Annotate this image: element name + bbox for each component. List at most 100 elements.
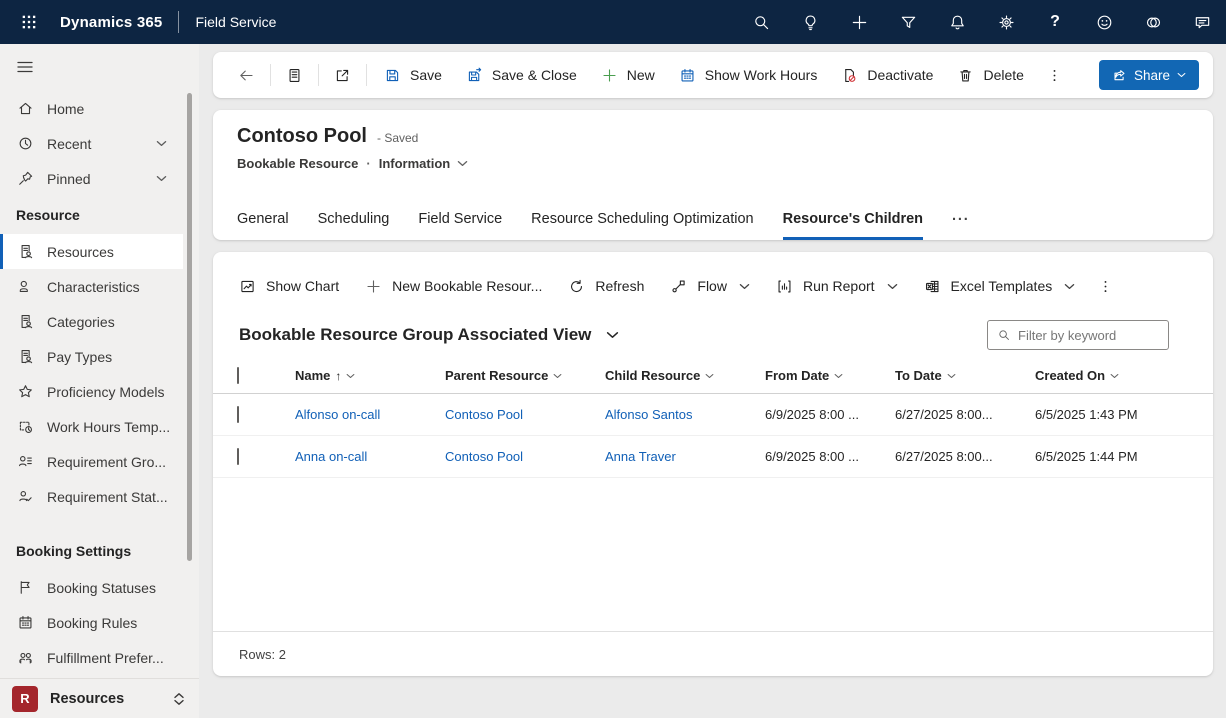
sidebar-item-fulfillment-preferences[interactable]: Fulfillment Prefer...	[0, 640, 183, 675]
child-resource-link[interactable]: Alfonso Santos	[605, 407, 765, 422]
parent-resource-link[interactable]: Contoso Pool	[445, 449, 605, 464]
name-link[interactable]: Anna on-call	[295, 449, 445, 464]
share-label: Share	[1133, 67, 1170, 83]
column-header-from-date[interactable]: From Date	[765, 368, 895, 383]
page-title: Contoso Pool	[237, 125, 367, 147]
sidebar-item-pay-types[interactable]: Pay Types	[0, 339, 183, 374]
search-icon[interactable]	[751, 12, 771, 32]
flow-button[interactable]: Flow	[658, 269, 762, 303]
child-resource-link[interactable]: Anna Traver	[605, 449, 765, 464]
app-brand[interactable]: Dynamics 365	[60, 14, 162, 31]
sidebar-item-pinned[interactable]: Pinned	[0, 161, 183, 196]
site-map-sidebar: Home Recent Pinned Resource Resources Ch…	[0, 44, 199, 718]
tabs-overflow-button[interactable]: ···	[952, 212, 970, 240]
show-chart-button[interactable]: Show Chart	[227, 269, 351, 303]
chat-icon[interactable]	[1192, 12, 1212, 32]
delete-button[interactable]: Delete	[946, 59, 1034, 91]
plus-icon	[603, 68, 616, 82]
clock-icon	[19, 137, 32, 150]
row-checkbox[interactable]	[237, 406, 239, 423]
sidebar-item-booking-statuses[interactable]: Booking Statuses	[0, 570, 183, 605]
chevron-down-icon	[347, 373, 355, 378]
report-icon	[778, 280, 791, 292]
filter-icon[interactable]	[898, 12, 918, 32]
more-grid-commands-button[interactable]	[1089, 269, 1122, 303]
tab-general[interactable]: General	[237, 211, 289, 240]
app-switcher[interactable]: R Resources	[0, 678, 199, 718]
new-label: New	[626, 67, 655, 83]
share-button[interactable]: Share	[1098, 60, 1199, 90]
add-icon[interactable]	[849, 12, 869, 32]
sidebar-item-characteristics[interactable]: Characteristics	[0, 269, 183, 304]
bell-icon[interactable]	[947, 12, 967, 32]
deactivate-button[interactable]: Deactivate	[830, 59, 944, 91]
sidebar-item-label: Booking Rules	[47, 614, 138, 631]
app-switcher-label: Resources	[50, 690, 125, 707]
sidebar-item-work-hours-templates[interactable]: Work Hours Temp...	[0, 409, 183, 444]
command-separator	[270, 64, 271, 86]
filter-by-keyword-input[interactable]	[1018, 327, 1159, 343]
sidebar-item-resources[interactable]: Resources	[0, 234, 183, 269]
view-selector[interactable]: Bookable Resource Group Associated View	[239, 325, 619, 345]
help-icon[interactable]: ?	[1045, 12, 1065, 32]
sidebar-item-recent[interactable]: Recent	[0, 126, 183, 161]
copilot-icon[interactable]	[1143, 12, 1163, 32]
excel-templates-button[interactable]: Excel Templates	[912, 269, 1088, 303]
table-row[interactable]: Alfonso on-call Contoso Pool Alfonso San…	[213, 394, 1213, 436]
table-row[interactable]: Anna on-call Contoso Pool Anna Traver 6/…	[213, 436, 1213, 478]
sidebar-item-categories[interactable]: Categories	[0, 304, 183, 339]
sidebar-item-requirement-statuses[interactable]: Requirement Stat...	[0, 479, 183, 514]
calendar-icon	[19, 615, 32, 629]
form-selector-button[interactable]	[277, 59, 312, 91]
tab-resource-scheduling-optimization[interactable]: Resource Scheduling Optimization	[531, 211, 753, 240]
sidebar-item-label: Proficiency Models	[47, 383, 165, 400]
run-report-button[interactable]: Run Report	[764, 269, 910, 303]
tab-resources-children[interactable]: Resource's Children	[782, 211, 924, 240]
new-button[interactable]: New	[590, 59, 666, 91]
topbar-divider	[178, 11, 180, 33]
gear-icon[interactable]	[996, 12, 1016, 32]
subgrid-command-bar: Show Chart New Bookable Resour... Refres…	[213, 264, 1213, 308]
form-icon	[289, 68, 300, 82]
column-header-to-date[interactable]: To Date	[895, 368, 1035, 383]
sidebar-item-proficiency-models[interactable]: Proficiency Models	[0, 374, 183, 409]
name-link[interactable]: Alfonso on-call	[295, 407, 445, 422]
select-all-checkbox[interactable]	[237, 367, 239, 384]
chevron-down-icon	[1110, 373, 1119, 378]
popout-button[interactable]	[325, 59, 360, 91]
sidebar-item-home[interactable]: Home	[0, 91, 183, 126]
sidebar-item-requirement-groups[interactable]: Requirement Gro...	[0, 444, 183, 479]
app-tile: R	[12, 685, 38, 712]
tab-field-service[interactable]: Field Service	[418, 211, 502, 240]
topbar-icon-group: ?	[751, 12, 1212, 32]
form-selector[interactable]: Information	[379, 156, 469, 171]
column-header-parent-resource[interactable]: Parent Resource	[445, 368, 605, 383]
column-header-child-resource[interactable]: Child Resource	[605, 368, 765, 383]
hamburger-icon[interactable]	[15, 57, 35, 77]
sidebar-section-resource: Resource	[16, 207, 80, 223]
column-header-created-on[interactable]: Created On	[1035, 368, 1189, 383]
top-navigation-bar: Dynamics 365 Field Service ?	[0, 0, 1226, 44]
waffle-icon[interactable]	[12, 5, 46, 39]
more-commands-button[interactable]	[1037, 59, 1072, 91]
table-header-row: Name ↑ Parent Resource Child Resource Fr…	[213, 358, 1213, 394]
lightbulb-icon[interactable]	[800, 12, 820, 32]
person-list-icon	[18, 456, 32, 467]
person-check-icon	[19, 491, 32, 502]
column-header-name[interactable]: Name ↑	[295, 368, 445, 383]
tab-scheduling[interactable]: Scheduling	[318, 211, 390, 240]
sidebar-item-booking-rules[interactable]: Booking Rules	[0, 605, 183, 640]
new-bookable-resource-button[interactable]: New Bookable Resour...	[353, 269, 554, 303]
save-and-close-button[interactable]: Save & Close	[455, 59, 588, 91]
parent-resource-link[interactable]: Contoso Pool	[445, 407, 605, 422]
more-vertical-icon	[1053, 69, 1056, 81]
app-area-name[interactable]: Field Service	[195, 14, 276, 30]
smiley-icon[interactable]	[1094, 12, 1114, 32]
row-checkbox[interactable]	[237, 448, 239, 465]
back-button[interactable]	[229, 59, 264, 91]
sidebar-scrollbar[interactable]	[187, 93, 192, 561]
pin-icon	[19, 171, 33, 185]
show-work-hours-button[interactable]: Show Work Hours	[668, 59, 829, 91]
refresh-button[interactable]: Refresh	[556, 269, 656, 303]
save-button[interactable]: Save	[373, 59, 453, 91]
